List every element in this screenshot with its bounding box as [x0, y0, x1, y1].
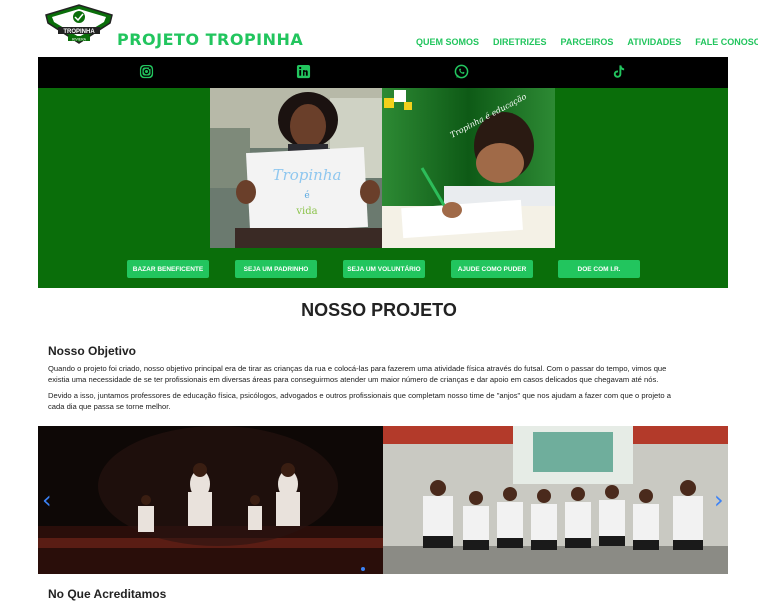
linkedin-icon[interactable]	[296, 64, 311, 79]
svg-text:RIVIERA: RIVIERA	[72, 37, 87, 41]
doe-com-ir-button[interactable]: DOE COM I.R.	[558, 260, 640, 278]
carousel-slide-dance	[38, 426, 383, 574]
svg-text:vida: vida	[295, 206, 317, 217]
bazar-beneficente-button[interactable]: BAZAR BENEFICENTE	[127, 260, 209, 278]
nav-diretrizes[interactable]: DIRETRIZES	[493, 37, 547, 47]
objective-paragraph-1: Quando o projeto foi criado, nosso objet…	[48, 364, 718, 385]
section-title: NOSSO PROJETO	[301, 300, 457, 320]
photo-carousel[interactable]: ‹ ›	[38, 426, 728, 574]
social-bar	[38, 57, 728, 88]
hero-photo-girl-sign: Tropinha é vida	[210, 88, 382, 248]
paragraph-line: Quando o projeto foi criado, nosso objet…	[48, 364, 667, 373]
nav-quem-somos[interactable]: QUEM SOMOS	[416, 37, 479, 47]
paragraph-line: existia uma necessidade de se ter profis…	[48, 374, 659, 384]
hero-banner: Tropinha é vida Tropinha é educação BAZA…	[38, 88, 728, 288]
action-buttons: BAZAR BENEFICENTE SEJA UM PADRINHO SEJA …	[38, 260, 728, 278]
tropinha-logo[interactable]: TROPINHA RIVIERA	[44, 3, 114, 51]
beliefs-heading: No Que Acreditamos	[48, 587, 167, 601]
nav-parceiros[interactable]: PARCEIROS	[561, 37, 614, 47]
main-nav: QUEM SOMOS DIRETRIZES PARCEIROS ATIVIDAD…	[416, 37, 758, 47]
brand-name: PROJETO TROPINHA	[117, 30, 304, 49]
carousel-slide-team	[383, 426, 728, 574]
carousel-indicator-dot[interactable]	[361, 567, 365, 571]
svg-text:Tropinha: Tropinha	[273, 166, 342, 184]
nav-fale-conosco[interactable]: FALE CONOSCO	[695, 37, 758, 47]
instagram-icon[interactable]	[139, 64, 154, 79]
hero-photo-boy-writing: Tropinha é educação	[382, 88, 555, 248]
carousel-next-button[interactable]: ›	[714, 486, 724, 514]
objective-heading: Nosso Objetivo	[48, 344, 137, 358]
tiktok-icon[interactable]	[611, 64, 626, 79]
ajude-como-puder-button[interactable]: AJUDE COMO PUDER	[451, 260, 533, 278]
paragraph-line: Devido a isso, juntamos professores de e…	[48, 391, 671, 400]
paragraph-line: cada dia que passa se torne melhor.	[48, 401, 171, 411]
seja-padrinho-button[interactable]: SEJA UM PADRINHO	[235, 260, 317, 278]
nav-atividades[interactable]: ATIVIDADES	[627, 37, 681, 47]
svg-text:é: é	[304, 190, 309, 201]
whatsapp-icon[interactable]	[454, 64, 469, 79]
site-header: TROPINHA RIVIERA PROJETO TROPINHA QUEM S…	[0, 0, 758, 57]
objective-paragraph-2: Devido a isso, juntamos professores de e…	[48, 391, 718, 412]
seja-voluntario-button[interactable]: SEJA UM VOLUNTÁRIO	[343, 260, 425, 278]
svg-text:TROPINHA: TROPINHA	[63, 29, 95, 35]
carousel-prev-button[interactable]: ‹	[42, 486, 52, 514]
